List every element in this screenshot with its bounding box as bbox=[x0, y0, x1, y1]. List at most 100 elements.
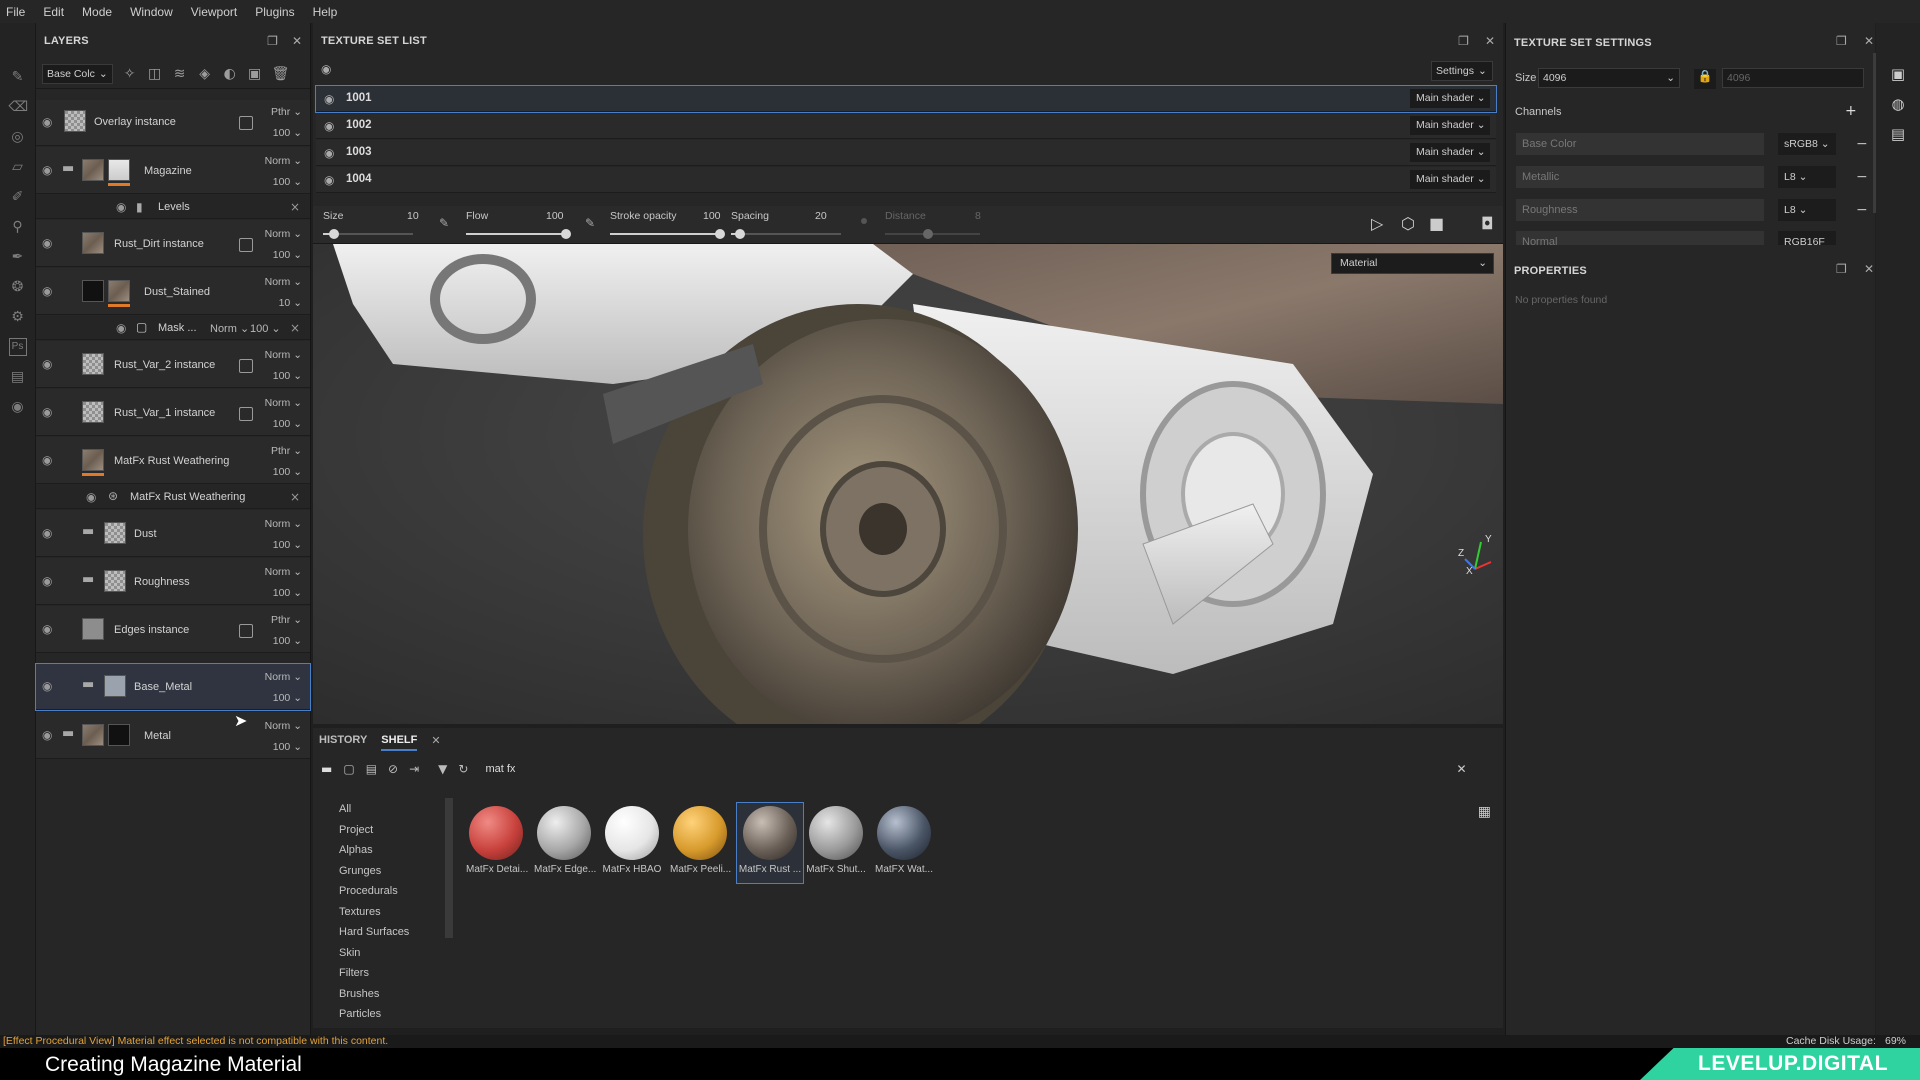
mask-blend[interactable]: Norm ⌄ bbox=[210, 322, 249, 335]
menu-mode[interactable]: Mode bbox=[82, 5, 112, 19]
3d-viewport[interactable]: Y X Z bbox=[313, 244, 1503, 724]
size-slider[interactable] bbox=[323, 229, 413, 239]
layer-opacity[interactable]: 10 ⌄ bbox=[279, 297, 302, 309]
folder-icon[interactable]: ▬ bbox=[321, 762, 332, 776]
layer-opacity[interactable]: 100 ⌄ bbox=[273, 466, 302, 478]
shelf-material-selected[interactable]: MatFx Rust ... bbox=[736, 802, 804, 884]
layer-row[interactable]: ◉ ▬ Dust Norm ⌄ 100 ⌄ bbox=[36, 510, 310, 557]
eye-icon[interactable]: ◉ bbox=[42, 526, 52, 540]
channel-dropdown[interactable]: Base Colc ⌄ bbox=[42, 63, 113, 84]
add-effect-icon[interactable]: ✧ bbox=[122, 66, 138, 82]
channel-format-dropdown[interactable]: sRGB8 ⌄ bbox=[1778, 133, 1836, 155]
eye-icon[interactable]: ◉ bbox=[42, 728, 52, 742]
tab-history[interactable]: HISTORY bbox=[319, 734, 367, 751]
shader-dropdown[interactable]: Main shader ⌄ bbox=[1410, 116, 1490, 135]
shelf-material[interactable]: MatFx HBAO bbox=[602, 806, 662, 875]
flow-pressure-icon[interactable]: ✎ bbox=[585, 216, 595, 230]
layer-blend[interactable]: Norm ⌄ bbox=[265, 518, 302, 530]
channel-format-dropdown[interactable]: L8 ⌄ bbox=[1778, 199, 1836, 221]
shelf-category[interactable]: Textures bbox=[339, 906, 381, 918]
texture-set-row[interactable]: ◉ 1002 Main shader ⌄ bbox=[316, 113, 1496, 139]
close-panel-icon[interactable]: ✕ bbox=[1485, 34, 1495, 48]
eye-icon[interactable]: ◉ bbox=[116, 321, 126, 335]
spacing-slider[interactable] bbox=[731, 229, 841, 239]
clone-icon[interactable]: ⚲ bbox=[9, 218, 27, 236]
shelf-category[interactable]: Particles bbox=[339, 1008, 381, 1020]
layer-opacity[interactable]: 100 ⌄ bbox=[273, 176, 302, 188]
visibility-toggle-icon[interactable]: ◉ bbox=[321, 62, 331, 76]
layer-row[interactable]: ◉ MatFx Rust Weathering Pthr ⌄ 100 ⌄ bbox=[36, 437, 310, 484]
layer-blend[interactable]: Norm ⌄ bbox=[265, 566, 302, 578]
layer-opacity[interactable]: 100 ⌄ bbox=[273, 741, 302, 753]
shelf-category[interactable]: Brushes bbox=[339, 988, 379, 1000]
log-icon[interactable]: ▤ bbox=[1891, 125, 1905, 143]
layer-opacity[interactable]: 100 ⌄ bbox=[273, 635, 302, 647]
eye-icon[interactable]: ◉ bbox=[116, 200, 126, 214]
layer-opacity[interactable]: 100 ⌄ bbox=[273, 127, 302, 139]
layer-blend[interactable]: Pthr ⌄ bbox=[271, 614, 302, 626]
smudge-icon[interactable]: ✐ bbox=[9, 188, 27, 206]
add-fill-layer-icon[interactable]: ◈ bbox=[197, 66, 213, 82]
delete-layer-icon[interactable]: 🗑 bbox=[272, 66, 290, 82]
close-tab-icon[interactable]: ✕ bbox=[431, 734, 440, 751]
layer-blend[interactable]: Norm ⌄ bbox=[265, 671, 302, 683]
eraser-icon[interactable]: ⌫ bbox=[9, 98, 29, 116]
categories-scrollbar[interactable] bbox=[445, 798, 453, 938]
settings-dropdown[interactable]: Settings ⌄ bbox=[1431, 61, 1493, 81]
display-icon[interactable]: ◍ bbox=[1891, 95, 1904, 113]
shelf-search-input[interactable]: mat fx bbox=[485, 763, 1445, 775]
viewport-mode-dropdown[interactable]: Material ⌄ bbox=[1331, 253, 1494, 274]
layer-blend[interactable]: Pthr ⌄ bbox=[271, 106, 302, 118]
remove-effect-icon[interactable]: × bbox=[290, 490, 300, 504]
eye-icon[interactable]: ◉ bbox=[42, 679, 52, 693]
shelf-material[interactable]: MatFx Shut... bbox=[806, 806, 866, 875]
eye-icon[interactable]: ◉ bbox=[86, 490, 96, 504]
layer-row[interactable]: ◉ ▬ Roughness Norm ⌄ 100 ⌄ bbox=[36, 558, 310, 605]
eye-icon[interactable]: ◉ bbox=[324, 146, 334, 160]
layer-row[interactable]: ◉ Edges instance Pthr ⌄ 100 ⌄ bbox=[36, 606, 310, 653]
menu-file[interactable]: File bbox=[6, 5, 25, 19]
shelf-category[interactable]: Hard Surfaces bbox=[339, 926, 409, 938]
shelf-category[interactable]: All bbox=[339, 803, 351, 815]
shader-dropdown[interactable]: Main shader ⌄ bbox=[1410, 170, 1490, 189]
layer-opacity[interactable]: 100 ⌄ bbox=[273, 418, 302, 430]
eye-icon[interactable]: ◉ bbox=[42, 405, 52, 419]
eye-icon[interactable]: ◉ bbox=[42, 284, 52, 298]
refresh-icon[interactable]: ↻ bbox=[458, 762, 468, 776]
menu-viewport[interactable]: Viewport bbox=[191, 5, 237, 19]
projection-icon[interactable]: ◎ bbox=[9, 128, 27, 146]
remove-channel-icon[interactable]: − bbox=[1856, 202, 1868, 218]
spacing-value[interactable]: 20 bbox=[815, 210, 827, 222]
symmetry-icon[interactable]: ▷ bbox=[1371, 214, 1383, 233]
layer-row-selected[interactable]: ◉ ▬ Base_Metal Norm ⌄ 100 ⌄ bbox=[35, 663, 311, 711]
channel-format-dropdown[interactable]: RGB16F ⌄ bbox=[1778, 231, 1836, 245]
layer-row[interactable]: ◉ Rust_Dirt instance Norm ⌄ 100 ⌄ bbox=[36, 220, 310, 267]
flow-slider[interactable] bbox=[466, 229, 571, 239]
shader-dropdown[interactable]: Main shader ⌄ bbox=[1410, 89, 1490, 108]
add-channel-icon[interactable]: + bbox=[1845, 103, 1857, 119]
shelf-category[interactable]: Project bbox=[339, 824, 373, 836]
clear-search-icon[interactable]: ✕ bbox=[1456, 762, 1466, 776]
size-value[interactable]: 10 bbox=[407, 210, 419, 222]
shelf-category[interactable]: Filters bbox=[339, 967, 369, 979]
eye-icon[interactable]: ◉ bbox=[324, 92, 334, 106]
texture-set-row[interactable]: ◉ 1001 Main shader ⌄ bbox=[315, 85, 1497, 113]
layer-row[interactable]: ◉ Rust_Var_2 instance Norm ⌄ 100 ⌄ bbox=[36, 341, 310, 388]
layer-blend[interactable]: Norm ⌄ bbox=[265, 349, 302, 361]
shelf-material[interactable]: MatFx Detai... bbox=[466, 806, 528, 875]
remove-effect-icon[interactable]: × bbox=[290, 200, 300, 214]
shader-dropdown[interactable]: Main shader ⌄ bbox=[1410, 143, 1490, 162]
eye-icon[interactable]: ◉ bbox=[42, 236, 52, 250]
eye-icon[interactable]: ◉ bbox=[42, 163, 52, 177]
shader-icon[interactable]: ◉ bbox=[9, 398, 27, 416]
screenshot-icon[interactable]: ◘ bbox=[1481, 214, 1494, 233]
layer-opacity[interactable]: 100 ⌄ bbox=[273, 587, 302, 599]
mask-opacity[interactable]: 100 ⌄ bbox=[250, 322, 281, 335]
hide-icon[interactable]: ⊘ bbox=[388, 762, 398, 776]
menu-help[interactable]: Help bbox=[313, 5, 338, 19]
eye-icon[interactable]: ◉ bbox=[324, 173, 334, 187]
layer-blend[interactable]: Norm ⌄ bbox=[265, 276, 302, 288]
menu-plugins[interactable]: Plugins bbox=[255, 5, 294, 19]
size-dropdown[interactable]: 4096 ⌄ bbox=[1538, 68, 1680, 88]
display-settings-icon[interactable]: ⬡ bbox=[1401, 214, 1415, 233]
